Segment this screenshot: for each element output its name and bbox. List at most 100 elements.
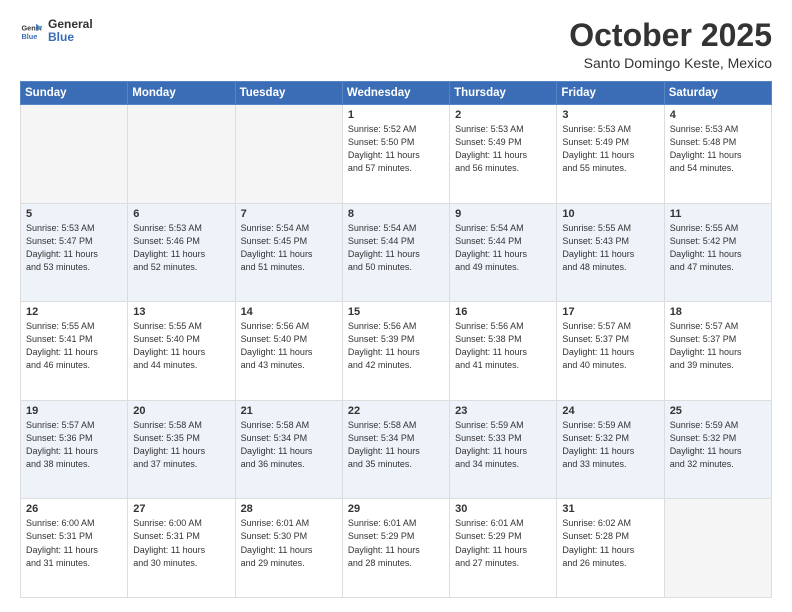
- day-number: 30: [455, 503, 551, 515]
- calendar-cell: 14 Sunrise: 5:56 AMSunset: 5:40 PMDayligh…: [235, 302, 342, 401]
- calendar-cell: [21, 105, 128, 204]
- calendar-cell: [664, 499, 771, 598]
- calendar-cell: 17 Sunrise: 5:57 AMSunset: 5:37 PMDayligh…: [557, 302, 664, 401]
- day-number: 7: [241, 208, 337, 220]
- week-row-4: 19 Sunrise: 5:57 AMSunset: 5:36 PMDayligh…: [21, 400, 772, 499]
- calendar-cell: 16 Sunrise: 5:56 AMSunset: 5:38 PMDayligh…: [450, 302, 557, 401]
- day-number: 22: [348, 405, 444, 417]
- col-saturday: Saturday: [664, 82, 771, 105]
- day-number: 17: [562, 306, 658, 318]
- location: Santo Domingo Keste, Mexico: [569, 55, 772, 71]
- calendar-table: Sunday Monday Tuesday Wednesday Thursday…: [20, 81, 772, 598]
- week-row-1: 1Sunrise: 5:52 AMSunset: 5:50 PMDaylight…: [21, 105, 772, 204]
- day-number: 9: [455, 208, 551, 220]
- day-number: 27: [133, 503, 229, 515]
- day-info: Sunrise: 5:59 AMSunset: 5:33 PMDaylight:…: [455, 419, 551, 471]
- day-number: 23: [455, 405, 551, 417]
- day-info: Sunrise: 5:55 AMSunset: 5:40 PMDaylight:…: [133, 320, 229, 372]
- day-number: 29: [348, 503, 444, 515]
- day-info: Sunrise: 5:56 AMSunset: 5:38 PMDaylight:…: [455, 320, 551, 372]
- day-number: 16: [455, 306, 551, 318]
- month-title: October 2025: [569, 18, 772, 53]
- day-info: Sunrise: 5:56 AMSunset: 5:40 PMDaylight:…: [241, 320, 337, 372]
- day-info: Sunrise: 5:58 AMSunset: 5:34 PMDaylight:…: [241, 419, 337, 471]
- day-number: 3: [562, 109, 658, 121]
- calendar-cell: 23 Sunrise: 5:59 AMSunset: 5:33 PMDayligh…: [450, 400, 557, 499]
- col-wednesday: Wednesday: [342, 82, 449, 105]
- calendar-cell: 25Sunrise: 5:59 AMSunset: 5:32 PMDayligh…: [664, 400, 771, 499]
- title-block: October 2025 Santo Domingo Keste, Mexico: [569, 18, 772, 71]
- calendar-cell: 3 Sunrise: 5:53 AMSunset: 5:49 PMDaylight…: [557, 105, 664, 204]
- day-info: Sunrise: 5:53 AMSunset: 5:46 PMDaylight:…: [133, 222, 229, 274]
- calendar-cell: 13 Sunrise: 5:55 AMSunset: 5:40 PMDayligh…: [128, 302, 235, 401]
- day-info: Sunrise: 5:56 AMSunset: 5:39 PMDaylight:…: [348, 320, 444, 372]
- calendar-cell: 22Sunrise: 5:58 AMSunset: 5:34 PMDayligh…: [342, 400, 449, 499]
- logo-icon: General Blue: [20, 20, 42, 42]
- day-number: 14: [241, 306, 337, 318]
- calendar-cell: 18Sunrise: 5:57 AMSunset: 5:37 PMDayligh…: [664, 302, 771, 401]
- day-number: 12: [26, 306, 122, 318]
- day-number: 15: [348, 306, 444, 318]
- day-info: Sunrise: 5:55 AMSunset: 5:41 PMDaylight:…: [26, 320, 122, 372]
- calendar-cell: 19 Sunrise: 5:57 AMSunset: 5:36 PMDayligh…: [21, 400, 128, 499]
- calendar-cell: 11 Sunrise: 5:55 AMSunset: 5:42 PMDayligh…: [664, 203, 771, 302]
- day-info: Sunrise: 6:01 AMSunset: 5:30 PMDaylight:…: [241, 517, 337, 569]
- day-info: Sunrise: 5:53 AMSunset: 5:49 PMDaylight:…: [562, 123, 658, 175]
- day-info: Sunrise: 6:01 AMSunset: 5:29 PMDaylight:…: [348, 517, 444, 569]
- calendar-cell: [235, 105, 342, 204]
- calendar-cell: 10 Sunrise: 5:55 AMSunset: 5:43 PMDayligh…: [557, 203, 664, 302]
- day-number: 6: [133, 208, 229, 220]
- page: General Blue General Blue October 2025 S…: [0, 0, 792, 612]
- day-number: 26: [26, 503, 122, 515]
- col-tuesday: Tuesday: [235, 82, 342, 105]
- logo: General Blue General Blue: [20, 18, 93, 44]
- day-number: 5: [26, 208, 122, 220]
- calendar-cell: 30Sunrise: 6:01 AMSunset: 5:29 PMDayligh…: [450, 499, 557, 598]
- day-info: Sunrise: 6:00 AMSunset: 5:31 PMDaylight:…: [26, 517, 122, 569]
- calendar-cell: 5 Sunrise: 5:53 AMSunset: 5:47 PMDaylight…: [21, 203, 128, 302]
- day-info: Sunrise: 5:53 AMSunset: 5:48 PMDaylight:…: [670, 123, 766, 175]
- col-sunday: Sunday: [21, 82, 128, 105]
- col-thursday: Thursday: [450, 82, 557, 105]
- day-info: Sunrise: 5:58 AMSunset: 5:35 PMDaylight:…: [133, 419, 229, 471]
- day-number: 10: [562, 208, 658, 220]
- day-number: 20: [133, 405, 229, 417]
- col-friday: Friday: [557, 82, 664, 105]
- calendar-cell: 24 Sunrise: 5:59 AMSunset: 5:32 PMDayligh…: [557, 400, 664, 499]
- day-number: 31: [562, 503, 658, 515]
- week-row-5: 26 Sunrise: 6:00 AMSunset: 5:31 PMDayligh…: [21, 499, 772, 598]
- calendar-cell: 15 Sunrise: 5:56 AMSunset: 5:39 PMDayligh…: [342, 302, 449, 401]
- day-info: Sunrise: 6:00 AMSunset: 5:31 PMDaylight:…: [133, 517, 229, 569]
- day-number: 13: [133, 306, 229, 318]
- calendar-cell: 1Sunrise: 5:52 AMSunset: 5:50 PMDaylight…: [342, 105, 449, 204]
- col-monday: Monday: [128, 82, 235, 105]
- calendar-cell: 12 Sunrise: 5:55 AMSunset: 5:41 PMDayligh…: [21, 302, 128, 401]
- logo-blue: Blue: [48, 31, 93, 44]
- calendar-cell: 26 Sunrise: 6:00 AMSunset: 5:31 PMDayligh…: [21, 499, 128, 598]
- calendar-header-row: Sunday Monday Tuesday Wednesday Thursday…: [21, 82, 772, 105]
- calendar-cell: 6 Sunrise: 5:53 AMSunset: 5:46 PMDaylight…: [128, 203, 235, 302]
- day-info: Sunrise: 5:57 AMSunset: 5:36 PMDaylight:…: [26, 419, 122, 471]
- day-number: 21: [241, 405, 337, 417]
- day-info: Sunrise: 5:59 AMSunset: 5:32 PMDaylight:…: [562, 419, 658, 471]
- day-info: Sunrise: 5:53 AMSunset: 5:49 PMDaylight:…: [455, 123, 551, 175]
- calendar-cell: 8Sunrise: 5:54 AMSunset: 5:44 PMDaylight…: [342, 203, 449, 302]
- calendar-cell: 9Sunrise: 5:54 AMSunset: 5:44 PMDaylight…: [450, 203, 557, 302]
- day-info: Sunrise: 5:55 AMSunset: 5:43 PMDaylight:…: [562, 222, 658, 274]
- day-info: Sunrise: 5:53 AMSunset: 5:47 PMDaylight:…: [26, 222, 122, 274]
- day-number: 4: [670, 109, 766, 121]
- day-number: 2: [455, 109, 551, 121]
- calendar-cell: 31Sunrise: 6:02 AMSunset: 5:28 PMDayligh…: [557, 499, 664, 598]
- calendar-cell: 29 Sunrise: 6:01 AMSunset: 5:29 PMDayligh…: [342, 499, 449, 598]
- day-info: Sunrise: 5:57 AMSunset: 5:37 PMDaylight:…: [562, 320, 658, 372]
- header: General Blue General Blue October 2025 S…: [20, 18, 772, 71]
- day-info: Sunrise: 5:55 AMSunset: 5:42 PMDaylight:…: [670, 222, 766, 274]
- calendar-cell: 28Sunrise: 6:01 AMSunset: 5:30 PMDayligh…: [235, 499, 342, 598]
- day-number: 18: [670, 306, 766, 318]
- calendar-cell: 2 Sunrise: 5:53 AMSunset: 5:49 PMDaylight…: [450, 105, 557, 204]
- day-info: Sunrise: 5:52 AMSunset: 5:50 PMDaylight:…: [348, 123, 444, 175]
- day-number: 11: [670, 208, 766, 220]
- day-number: 24: [562, 405, 658, 417]
- day-number: 19: [26, 405, 122, 417]
- calendar-cell: 7Sunrise: 5:54 AMSunset: 5:45 PMDaylight…: [235, 203, 342, 302]
